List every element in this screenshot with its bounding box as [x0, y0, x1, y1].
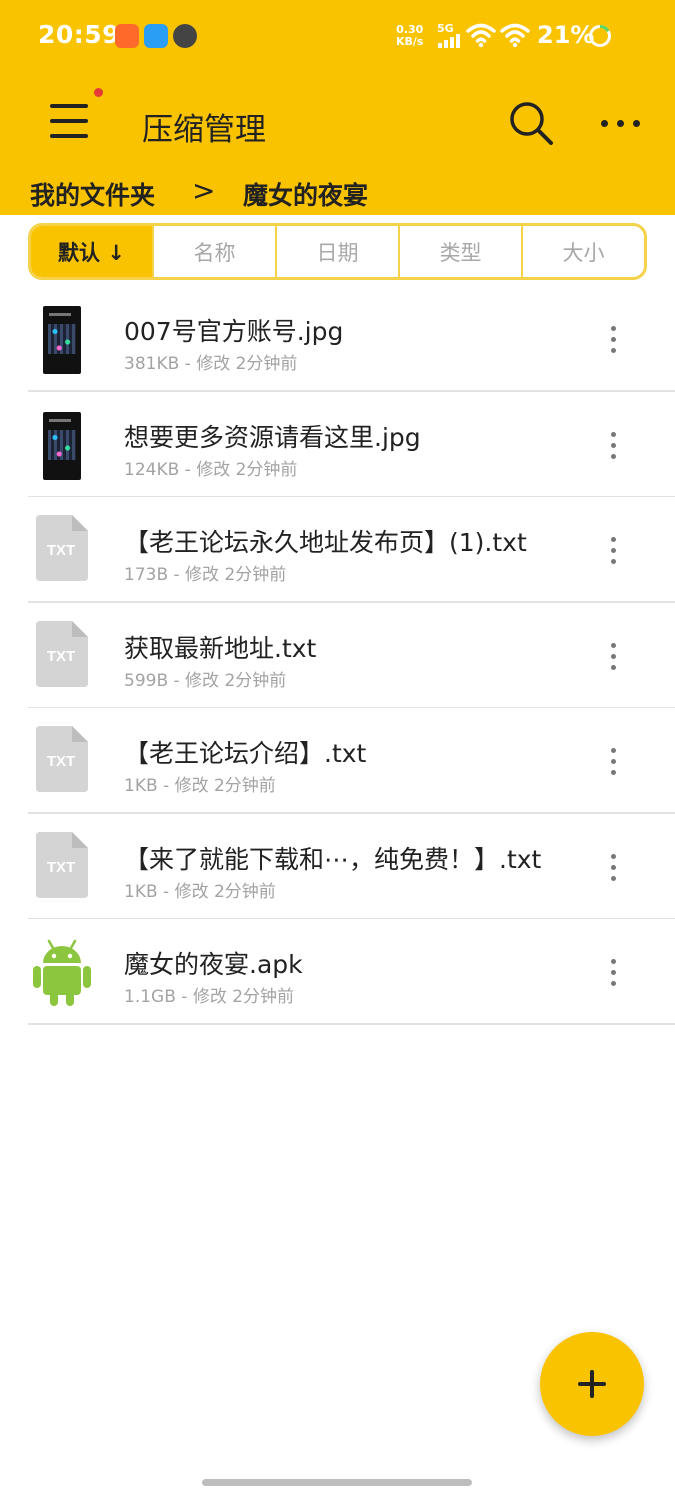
file-list: 007号官方账号.jpg 381KB - 修改 2分钟前 想要更多资源请看这里.… [0, 286, 675, 1025]
sort-tab-type[interactable]: 类型 [400, 226, 523, 277]
sort-tab-default[interactable]: 默认 ↓ [31, 226, 154, 277]
file-meta: 1KB - 修改 2分钟前 [124, 881, 276, 902]
divider [28, 1023, 675, 1025]
home-indicator[interactable] [202, 1479, 472, 1486]
more-vertical-icon[interactable] [600, 430, 628, 462]
status-bar: 20:59 0.30 KB/s 5G 21% [0, 0, 675, 72]
file-meta: 1.1GB - 修改 2分钟前 [124, 987, 295, 1007]
breadcrumb-current[interactable]: 魔女的夜宴 [243, 176, 368, 212]
telegram-icon [144, 24, 168, 48]
more-vertical-icon[interactable] [600, 852, 628, 884]
svg-text:TXT: TXT [47, 753, 75, 770]
txt-file-icon: TXT [36, 831, 88, 898]
file-name: 魔女的夜宴.apk [124, 950, 303, 979]
more-options-button[interactable] [598, 108, 644, 138]
file-row[interactable]: 魔女的夜宴.apk 1.1GB - 修改 2分钟前 [0, 919, 675, 1025]
android-icon [33, 939, 91, 1006]
add-button[interactable] [540, 1332, 644, 1436]
file-name: 想要更多资源请看这里.jpg [124, 422, 421, 452]
status-time: 20:59 [38, 20, 121, 49]
file-name: 【来了就能下载和⋯，纯免费！】.txt [124, 844, 542, 874]
sort-tab-name[interactable]: 名称 [154, 226, 277, 277]
signal-icon [437, 34, 463, 48]
file-row[interactable]: TXT 【老王论坛永久地址发布页】(1).txt 173B - 修改 2分钟前 [0, 497, 675, 603]
file-row[interactable]: 想要更多资源请看这里.jpg 124KB - 修改 2分钟前 [0, 392, 675, 497]
file-name: 【老王论坛永久地址发布页】(1).txt [124, 528, 527, 557]
more-vertical-icon[interactable] [600, 746, 628, 778]
image-thumbnail [43, 306, 81, 374]
sort-tabs: 默认 ↓ 名称 日期 类型 大小 [28, 223, 647, 280]
file-row[interactable]: TXT 【老王论坛介绍】.txt 1KB - 修改 2分钟前 [0, 708, 675, 814]
wifi-icon-secondary [500, 23, 530, 48]
network-speed: 0.30 KB/s [396, 23, 424, 48]
more-vertical-icon[interactable] [600, 641, 628, 673]
txt-file-icon: TXT [36, 515, 88, 581]
breadcrumb-root[interactable]: 我的文件夹 [30, 176, 155, 212]
wifi-icon [466, 23, 496, 48]
avatar-notification-icon [173, 24, 197, 48]
page-title: 压缩管理 [142, 112, 266, 148]
file-meta: 1KB - 修改 2分钟前 [124, 776, 276, 796]
more-vertical-icon[interactable] [600, 957, 628, 989]
search-icon[interactable] [506, 98, 556, 148]
sort-tab-date[interactable]: 日期 [277, 226, 400, 277]
file-meta: 599B - 修改 2分钟前 [124, 670, 287, 691]
txt-file-icon: TXT [36, 620, 88, 687]
file-meta: 381KB - 修改 2分钟前 [124, 354, 298, 374]
file-name: 获取最新地址.txt [124, 633, 317, 663]
sort-tab-size[interactable]: 大小 [523, 226, 644, 277]
file-meta: 173B - 修改 2分钟前 [124, 565, 287, 585]
file-meta: 124KB - 修改 2分钟前 [124, 459, 298, 480]
menu-button[interactable] [50, 104, 90, 138]
file-name: 007号官方账号.jpg [124, 317, 344, 346]
file-row[interactable]: TXT 【来了就能下载和⋯，纯免费！】.txt 1KB - 修改 2分钟前 [0, 814, 675, 919]
battery-percent: 21% [537, 21, 595, 49]
more-vertical-icon[interactable] [600, 535, 628, 567]
txt-file-icon: TXT [36, 726, 88, 792]
file-name: 【老王论坛介绍】.txt [124, 739, 367, 768]
file-row[interactable]: TXT 获取最新地址.txt 599B - 修改 2分钟前 [0, 603, 675, 708]
notification-app-icon [115, 24, 139, 48]
file-row[interactable]: 007号官方账号.jpg 381KB - 修改 2分钟前 [0, 286, 675, 392]
svg-text:TXT: TXT [47, 542, 75, 559]
more-vertical-icon[interactable] [600, 324, 628, 356]
notification-dot [94, 88, 103, 97]
battery-icon [589, 25, 611, 47]
svg-text:TXT: TXT [47, 648, 75, 665]
svg-text:TXT: TXT [47, 859, 75, 876]
chevron-right-icon: > [192, 174, 216, 207]
image-thumbnail [43, 411, 81, 480]
